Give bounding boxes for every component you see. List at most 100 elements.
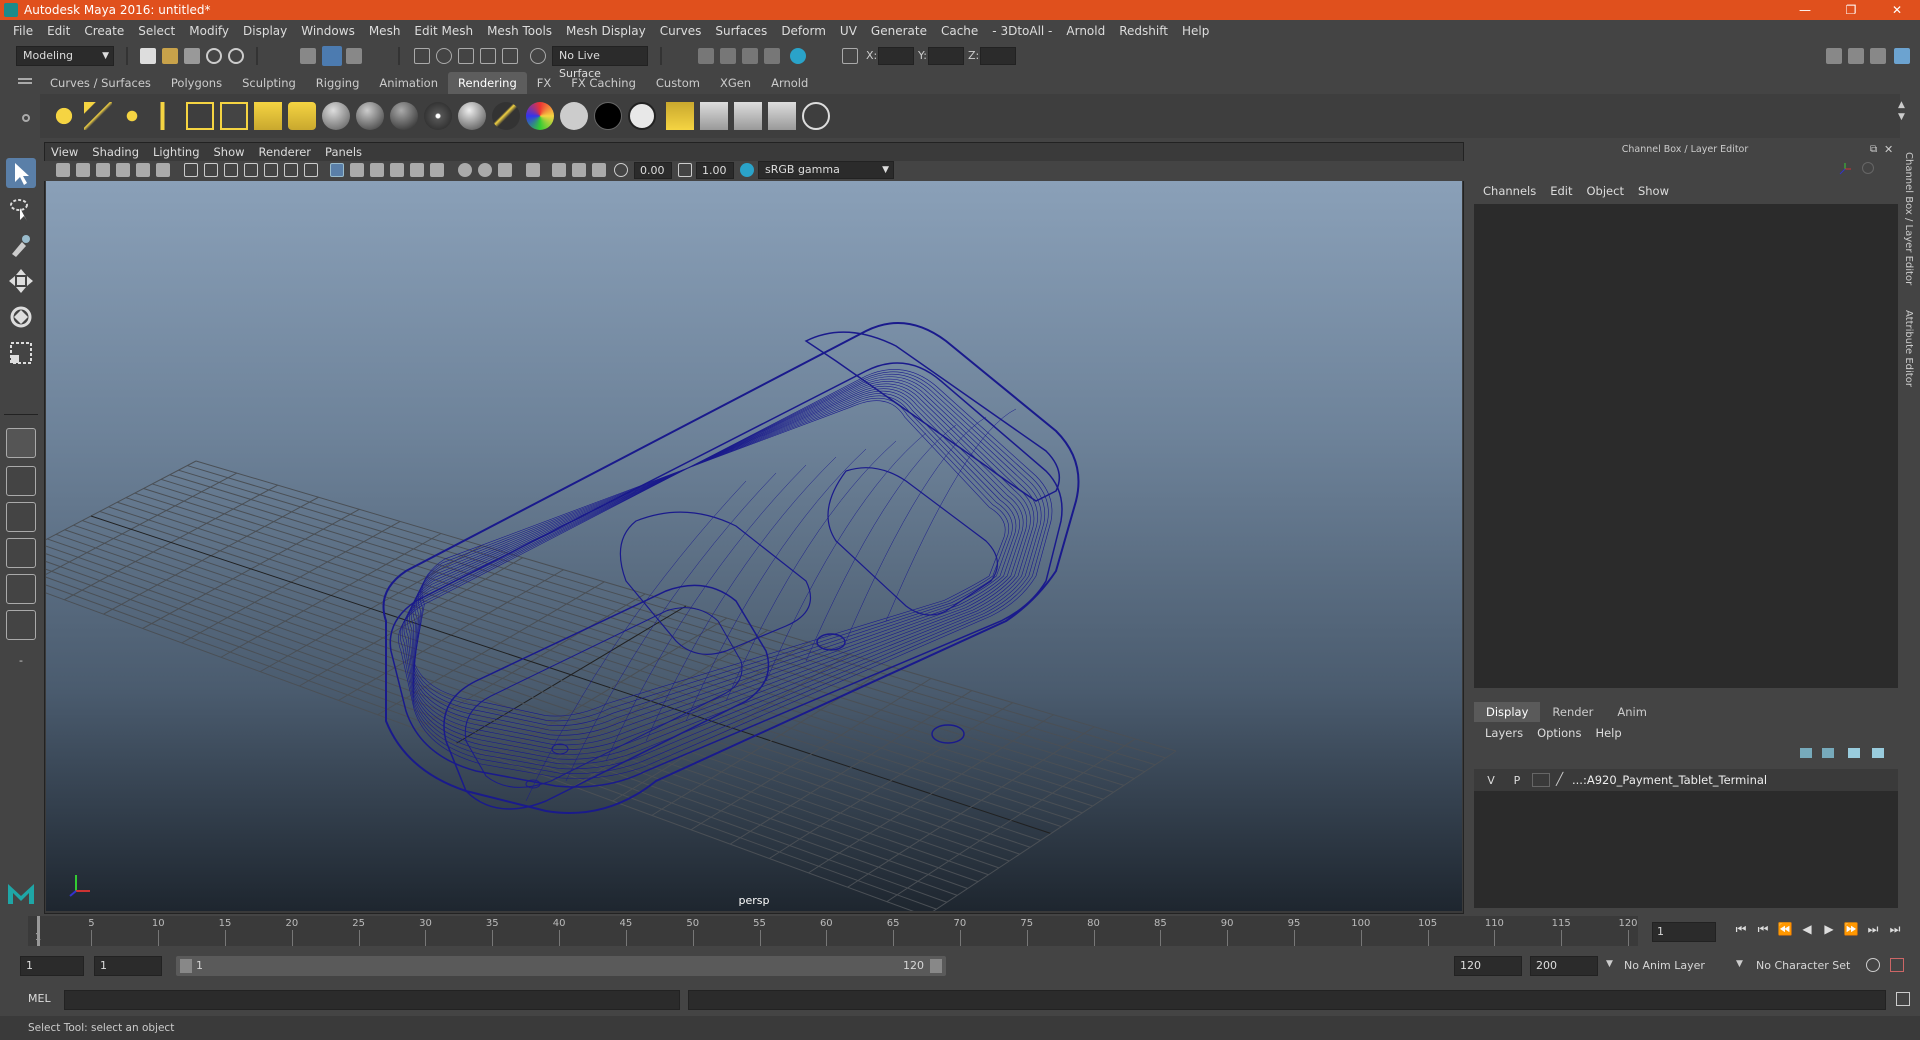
animation-preferences-icon[interactable] [1890, 958, 1904, 972]
blinn-material-icon[interactable] [322, 102, 350, 130]
camera-icon[interactable] [254, 102, 282, 130]
resolution-gate-icon[interactable] [224, 163, 238, 177]
time-ruler[interactable]: 5 10 15 20 25 30 35 40 45 50 55 60 65 70 75 80 85 90 95 100… [28, 916, 1638, 946]
persp-hypershade-layout-icon[interactable] [6, 574, 36, 604]
shelf-tab-fx-caching[interactable]: FX Caching [561, 72, 646, 94]
render-settings-shelf-icon[interactable] [734, 102, 762, 130]
ipr-render-icon[interactable] [720, 48, 736, 64]
layer-color-swatch[interactable] [1532, 773, 1550, 787]
layer-menu-options[interactable]: Options [1530, 726, 1588, 740]
open-scene-icon[interactable] [162, 48, 178, 64]
viewport-menu-view[interactable]: View [44, 143, 85, 161]
snap-curve-icon[interactable] [436, 48, 452, 64]
anim-layer-dropdown[interactable]: No Anim Layer [1624, 956, 1740, 976]
select-camera-icon[interactable] [56, 163, 70, 177]
playback-end-field[interactable]: 120 [1454, 956, 1522, 976]
auto-key-icon[interactable] [1866, 958, 1880, 972]
shadows-icon[interactable] [430, 163, 444, 177]
render-settings-icon[interactable] [742, 48, 758, 64]
textured-icon[interactable] [390, 163, 404, 177]
magnet-icon[interactable] [530, 48, 546, 64]
modeling-toolkit-icon[interactable] [1826, 48, 1842, 64]
scene-start-field[interactable]: 1 [20, 956, 84, 976]
channel-box-menu-object[interactable]: Object [1580, 184, 1631, 198]
film-gate-icon[interactable] [204, 163, 218, 177]
single-perspective-layout-icon[interactable] [6, 428, 36, 458]
scene-end-field[interactable]: 200 [1530, 956, 1598, 976]
menu-cache[interactable]: Cache [934, 24, 985, 38]
move-layer-down-icon[interactable] [1822, 748, 1834, 758]
playback-start-field[interactable]: 1 [94, 956, 162, 976]
channel-box-menu-edit[interactable]: Edit [1543, 184, 1579, 198]
menu-display[interactable]: Display [236, 24, 294, 38]
exposure-field[interactable]: 0.00 [634, 162, 672, 179]
redo-icon[interactable] [228, 48, 244, 64]
x-field[interactable] [878, 47, 914, 65]
mel-command-input[interactable] [64, 990, 680, 1010]
grease-pencil-icon[interactable] [156, 163, 170, 177]
gate-mask-icon[interactable] [244, 163, 258, 177]
viewport-menu-shading[interactable]: Shading [85, 143, 146, 161]
menu-arnold[interactable]: Arnold [1059, 24, 1112, 38]
layer-tab-anim[interactable]: Anim [1605, 702, 1659, 722]
backface-culling-icon[interactable] [592, 163, 606, 177]
gamma-icon[interactable] [678, 163, 692, 177]
save-scene-icon[interactable] [184, 48, 200, 64]
layer-tab-display[interactable]: Display [1474, 702, 1541, 722]
viewport-menu-renderer[interactable]: Renderer [252, 143, 319, 161]
rotate-axis-icon[interactable] [1862, 162, 1874, 174]
shelf-tab-rendering[interactable]: Rendering [448, 72, 527, 94]
menu-3dtoall[interactable]: - 3DtoAll - [985, 24, 1059, 38]
step-back-key-icon[interactable]: ⏮ [1752, 922, 1774, 937]
color-management-icon[interactable] [740, 163, 754, 177]
camera-aim-icon[interactable] [288, 102, 316, 130]
volume-light-icon[interactable] [220, 102, 248, 130]
hypershade-shelf-icon[interactable] [768, 102, 796, 130]
select-component-icon[interactable] [346, 48, 362, 64]
viewport-menu-panels[interactable]: Panels [318, 143, 369, 161]
character-set-dropdown[interactable]: No Character Set [1756, 956, 1866, 976]
two-d-pan-icon[interactable] [136, 163, 150, 177]
scale-tool-icon[interactable] [6, 338, 36, 368]
wireframe-on-shaded-icon[interactable] [370, 163, 384, 177]
menu-mesh-display[interactable]: Mesh Display [559, 24, 653, 38]
outliner-persp-layout-icon[interactable] [6, 610, 36, 640]
shelf-tab-animation[interactable]: Animation [369, 72, 448, 94]
lambert-material-icon[interactable] [356, 102, 384, 130]
snap-surface-icon[interactable] [502, 48, 518, 64]
shelf-settings-icon[interactable] [22, 114, 30, 122]
select-hierarchy-icon[interactable] [300, 48, 316, 64]
snap-point-icon[interactable] [458, 48, 474, 64]
screen-space-ao-icon[interactable] [458, 163, 472, 177]
range-slider[interactable]: 1 120 [176, 956, 946, 976]
render-current-frame-icon[interactable] [698, 48, 714, 64]
move-tool-icon[interactable] [6, 266, 36, 296]
range-start-handle[interactable] [180, 959, 192, 973]
menu-create[interactable]: Create [77, 24, 131, 38]
color-space-dropdown[interactable]: sRGB gamma ▼ [758, 161, 894, 179]
chevron-down-icon[interactable]: ▼ [1736, 959, 1743, 969]
step-forward-key-icon[interactable]: ⏭ [1862, 922, 1884, 937]
shelf-scroll-up-icon[interactable]: ▲ [1898, 100, 1905, 110]
shelf-tab-xgen[interactable]: XGen [710, 72, 761, 94]
anti-aliasing-icon[interactable] [498, 163, 512, 177]
select-object-icon[interactable] [322, 46, 342, 66]
directional-light-icon[interactable] [84, 102, 112, 130]
step-forward-frame-icon[interactable]: ⏩ [1840, 922, 1862, 937]
menu-mesh-tools[interactable]: Mesh Tools [480, 24, 559, 38]
shelf-menu-icon[interactable] [18, 78, 32, 80]
persp-outliner-layout-icon[interactable] [6, 502, 36, 532]
camera-attributes-icon[interactable] [76, 163, 90, 177]
go-to-end-icon[interactable]: ⏭ [1884, 922, 1906, 937]
shelf-tab-rigging[interactable]: Rigging [306, 72, 370, 94]
go-to-start-icon[interactable]: ⏮ [1730, 922, 1752, 937]
menu-select[interactable]: Select [131, 24, 182, 38]
snap-grid-icon[interactable] [414, 48, 430, 64]
shelf-tab-arnold[interactable]: Arnold [761, 72, 818, 94]
range-end-handle[interactable] [930, 959, 942, 973]
step-back-frame-icon[interactable]: ⏪ [1774, 922, 1796, 937]
render-icon[interactable] [666, 102, 694, 130]
motion-blur-icon[interactable] [478, 163, 492, 177]
z-field[interactable] [980, 47, 1016, 65]
bookmark-icon[interactable] [96, 163, 110, 177]
